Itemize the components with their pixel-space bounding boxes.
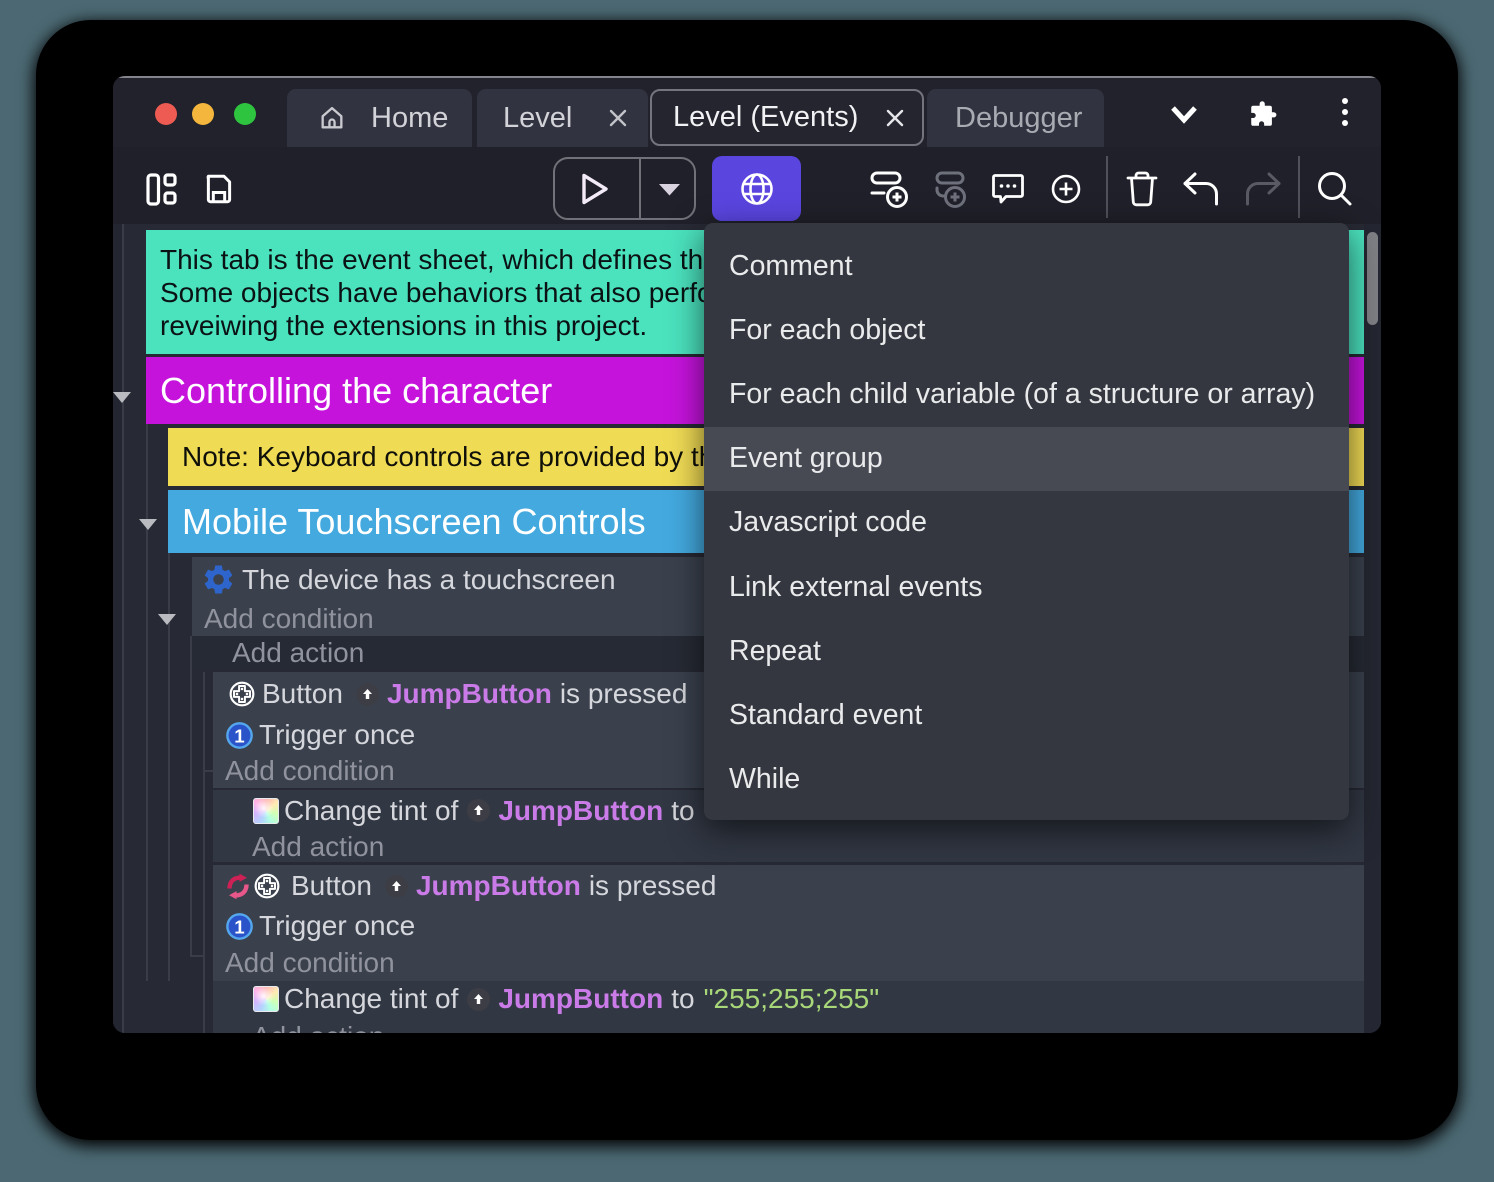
svg-text:1: 1	[234, 725, 244, 746]
svg-text:1: 1	[234, 916, 244, 937]
